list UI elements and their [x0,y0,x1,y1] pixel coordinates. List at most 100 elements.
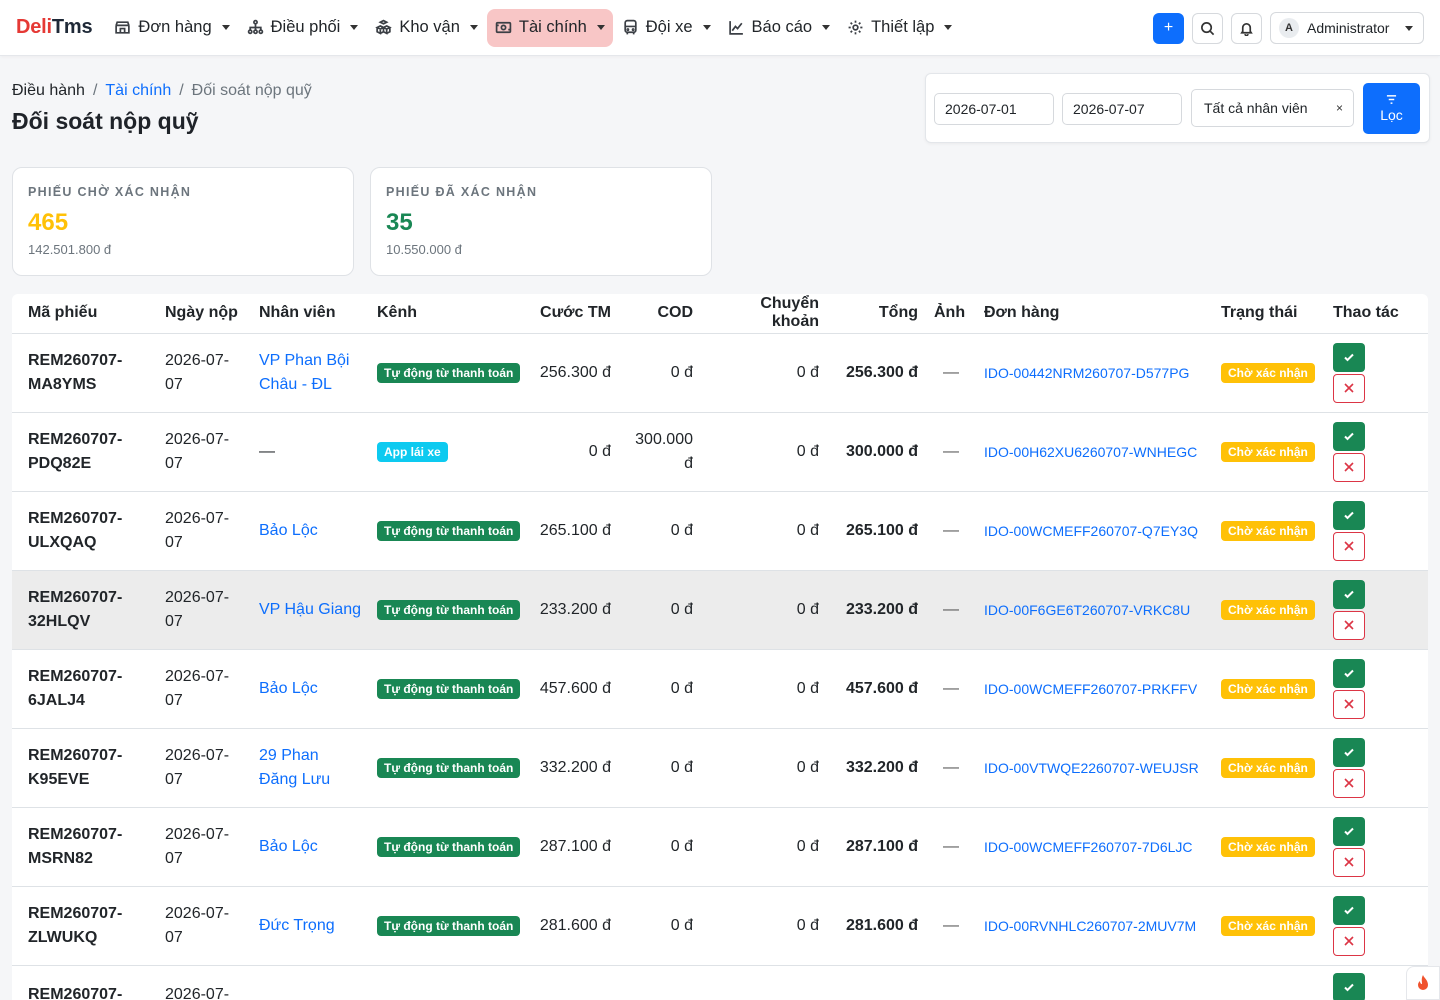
col-staff[interactable]: Nhân viên [251,294,369,334]
confirm-button[interactable] [1333,500,1365,530]
staff-link[interactable]: Bảo Lộc [259,838,318,855]
remit-actions [1325,570,1428,649]
col-transfer[interactable]: Chuyển khoản [701,294,827,334]
confirm-button[interactable] [1333,421,1365,451]
col-cod[interactable]: COD [619,294,701,334]
table-row[interactable]: REM260707-MA8YMS 2026-07-07 VP Phan Bội Ch… [12,333,1428,412]
remit-image: — [943,521,959,539]
nav-item-3[interactable]: Tài chính [486,8,613,47]
staff-link[interactable]: VP Hậu Giang [259,601,361,618]
confirm-button[interactable] [1333,895,1365,925]
col-cash[interactable]: Cước TM [529,294,619,334]
confirm-button[interactable] [1333,658,1365,688]
nav-item-label: Điều phối [270,18,341,36]
col-order[interactable]: Đơn hàng [976,294,1213,334]
staff-link[interactable]: Bảo Lộc [259,522,318,539]
top-navbar: DeliTms Đơn hàng Điều phối Kho vận Tài chín… [0,0,1440,56]
search-button[interactable] [1192,12,1223,44]
remit-status: Chờ xác nhận [1213,491,1325,570]
remit-code: REM260707-MSRN82 [28,825,123,867]
remit-date: 2026-07- [165,985,230,1000]
confirm-button[interactable] [1333,342,1365,372]
order-link[interactable]: IDO-00RVNHLC260707-2MUV7M [984,918,1196,934]
confirm-button[interactable] [1333,816,1365,846]
table-row[interactable]: REM260707- 2026-07- [12,965,1428,1000]
floating-helper-button[interactable] [1406,966,1440,1000]
col-channel[interactable]: Kênh [369,294,529,334]
staff-link[interactable]: Bảo Lộc [259,680,318,697]
nav-item-6[interactable]: Thiết lập [839,9,960,47]
table-row[interactable]: REM260707-K95EVE 2026-07-07 29 Phan Đăng L… [12,728,1428,807]
clear-icon[interactable]: × [1336,101,1343,115]
reject-button[interactable] [1333,689,1365,719]
remit-cash [529,965,619,1000]
remit-image: — [943,679,959,697]
order-link[interactable]: IDO-00VTWQE2260707-WEUJSR [984,760,1199,776]
user-menu[interactable]: A Administrator [1270,12,1424,44]
reject-button[interactable] [1333,768,1365,798]
remit-cod: 0 đ [670,679,693,697]
nav-item-1[interactable]: Điều phối [239,9,367,47]
remit-order: IDO-00442NRM260707-D577PG [976,333,1213,412]
table-row[interactable]: REM260707-PDQ82E 2026-07-07 — App lái xe 0 đ… [12,412,1428,491]
brand-logo[interactable]: DeliTms [16,16,93,39]
reject-button[interactable] [1333,926,1365,956]
col-status[interactable]: Trạng thái [1213,294,1325,334]
order-link[interactable]: IDO-00WCMEFF260707-Q7EY3Q [984,523,1198,539]
nav-item-5[interactable]: Báo cáo [720,9,839,47]
breadcrumb-parent[interactable]: Tài chính [105,82,171,100]
table-row[interactable]: REM260707-MSRN82 2026-07-07 Bảo Lộc Tự động… [12,807,1428,886]
nav-item-4[interactable]: Đội xe [614,9,719,47]
date-from-input[interactable]: 2026-07-01 [934,93,1054,125]
col-code[interactable]: Mã phiếu [12,294,157,334]
filter-button[interactable]: Lọc [1363,83,1420,134]
breadcrumb-root[interactable]: Điều hành [12,82,85,100]
order-link[interactable]: IDO-00WCMEFF260707-7D6LJC [984,839,1193,855]
remit-total: 256.300 đ [845,363,918,381]
col-total[interactable]: Tổng [827,294,926,334]
nav-item-0[interactable]: Đơn hàng [106,9,237,47]
reject-button[interactable] [1333,531,1365,561]
remit-transfer: 0 đ [796,837,819,855]
status-badge: Chờ xác nhận [1221,520,1315,541]
channel-badge: Tự động từ thanh toán [377,599,521,620]
check-icon [1344,590,1354,599]
table-row[interactable]: REM260707-ULXQAQ 2026-07-07 Bảo Lộc Tự động… [12,491,1428,570]
remit-cod: 300.000 đ [635,430,693,472]
staff-link[interactable]: VP Phan Bội Châu - ĐL [259,352,349,393]
staff-select[interactable]: Tất cả nhân viên × [1191,89,1354,127]
staff-link[interactable]: 29 Phan Đăng Lưu [259,747,330,788]
nav-item-label: Đội xe [645,18,693,36]
date-to-input[interactable]: 2026-07-07 [1062,93,1182,125]
bell-icon [1240,22,1253,36]
order-link[interactable]: IDO-00H62XU6260707-WNHEGC [984,444,1197,460]
remit-staff: VP Phan Bội Châu - ĐL [251,333,369,412]
close-icon [1344,857,1354,867]
reject-button[interactable] [1333,610,1365,640]
confirm-button[interactable] [1333,972,1365,1000]
order-link[interactable]: IDO-00WCMEFF260707-PRKFFV [984,681,1197,697]
remit-code: REM260707-32HLQV [28,588,123,630]
confirm-button[interactable] [1333,737,1365,767]
reject-button[interactable] [1333,847,1365,877]
reject-button[interactable] [1333,452,1365,482]
reject-button[interactable] [1333,373,1365,403]
order-link[interactable]: IDO-00F6GE6T260707-VRKC8U [984,602,1190,618]
remit-code: REM260707- [28,985,123,1000]
remit-channel: Tự động từ thanh toán [369,649,529,728]
add-button[interactable]: + [1153,12,1184,44]
filter-panel: 2026-07-01 2026-07-07 Tất cả nhân viên ×… [925,73,1430,143]
col-date[interactable]: Ngày nộp [157,294,251,334]
staff-link[interactable]: Đức Trọng [259,917,335,934]
close-icon [1344,462,1354,472]
table-row[interactable]: REM260707-6JALJ4 2026-07-07 Bảo Lộc Tự động… [12,649,1428,728]
nav-item-label: Tài chính [518,18,587,36]
order-link[interactable]: IDO-00442NRM260707-D577PG [984,365,1189,381]
notifications-button[interactable] [1231,12,1262,44]
table-row[interactable]: REM260707-ZLWUKQ 2026-07-07 Đức Trọng Tự độ… [12,886,1428,965]
status-badge: Chờ xác nhận [1221,915,1315,936]
confirm-button[interactable] [1333,579,1365,609]
table-row[interactable]: REM260707-32HLQV 2026-07-07 VP Hậu Giang Tự… [12,570,1428,649]
nav-item-2[interactable]: Kho vận [367,9,486,47]
pending-stat-card: PHIẾU CHỜ XÁC NHẬN 465 142.501.800 đ [12,167,354,276]
